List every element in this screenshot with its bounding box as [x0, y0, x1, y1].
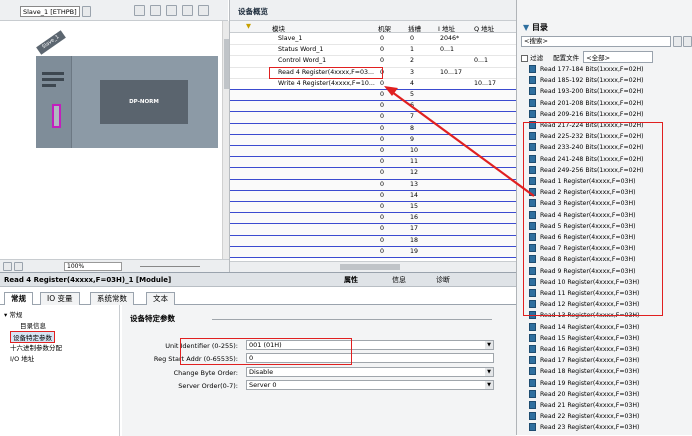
- arrow-to-catalog-item: [391, 91, 535, 197]
- annotation-arrows: [384, 86, 535, 197]
